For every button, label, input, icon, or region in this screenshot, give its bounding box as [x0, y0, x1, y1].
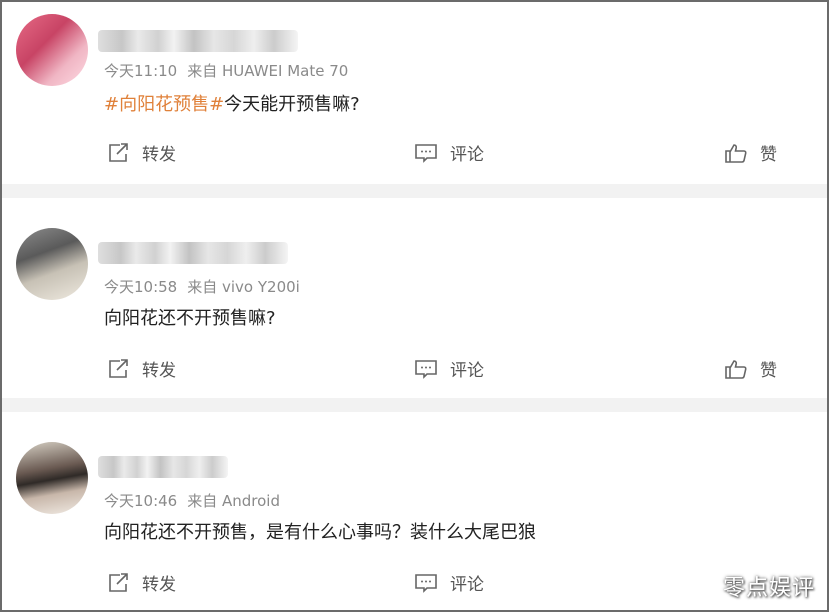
post-text: 向阳花还不开预售，是有什么心事吗？装什么大尾巴狼 [104, 518, 536, 544]
repost-label: 转发 [142, 145, 176, 165]
post-text: #向阳花预售#今天能开预售嘛? [104, 90, 360, 116]
like-button[interactable]: 赞 [724, 356, 777, 381]
feed-frame: 今天11:10 来自 HUAWEI Mate 70 #向阳花预售#今天能开预售嘛?… [0, 0, 829, 612]
post-1: 今天11:10 来自 HUAWEI Mate 70 #向阳花预售#今天能开预售嘛?… [2, 2, 827, 184]
repost-label: 转发 [142, 361, 176, 381]
comment-button[interactable]: 评论 [414, 356, 484, 381]
comment-button[interactable]: 评论 [414, 570, 484, 595]
avatar[interactable] [16, 228, 88, 300]
action-bar: 转发 评论 赞 [2, 140, 827, 170]
post-3: 今天10:46 来自 Android 向阳花还不开预售，是有什么心事吗？装什么大尾… [2, 412, 827, 610]
like-label: 赞 [760, 145, 777, 165]
like-button[interactable]: 赞 [724, 140, 777, 165]
action-bar: 转发 评论 [2, 570, 827, 600]
comment-label: 评论 [450, 361, 484, 381]
topic-link[interactable]: #向阳花预售# [104, 94, 224, 115]
comment-button[interactable]: 评论 [414, 140, 484, 165]
repost-button[interactable]: 转发 [106, 140, 176, 165]
comment-icon [415, 573, 437, 593]
comment-icon [415, 143, 437, 163]
share-icon [109, 572, 128, 592]
post-meta: 今天11:10 来自 HUAWEI Mate 70 [104, 60, 348, 81]
username-blurred[interactable] [98, 242, 288, 264]
separator [2, 398, 827, 412]
comment-label: 评论 [450, 145, 484, 165]
post-time: 今天11:10 [104, 62, 178, 80]
repost-button[interactable]: 转发 [106, 356, 176, 381]
separator [2, 184, 827, 198]
post-source: 来自 Android [187, 492, 280, 510]
share-icon [109, 358, 128, 378]
username-blurred[interactable] [98, 456, 228, 478]
avatar[interactable] [16, 14, 88, 86]
comment-label: 评论 [450, 575, 484, 595]
post-body: 今天能开预售嘛? [224, 94, 360, 115]
share-icon [109, 142, 128, 162]
thumbs-up-icon [725, 359, 747, 379]
repost-button[interactable]: 转发 [106, 570, 176, 595]
username-blurred[interactable] [98, 30, 298, 52]
watermark: 零点娱评 [722, 576, 815, 601]
comment-icon [415, 359, 437, 379]
avatar[interactable] [16, 442, 88, 514]
post-2: 今天10:58 来自 vivo Y200i 向阳花还不开预售嘛? 转发 评论 赞 [2, 198, 827, 398]
repost-label: 转发 [142, 575, 176, 595]
post-body: 向阳花还不开预售，是有什么心事吗？装什么大尾巴狼 [104, 522, 536, 543]
post-meta: 今天10:58 来自 vivo Y200i [104, 276, 300, 297]
post-body: 向阳花还不开预售嘛? [104, 308, 276, 329]
like-label: 赞 [760, 361, 777, 381]
post-source: 来自 vivo Y200i [187, 278, 300, 296]
thumbs-up-icon [725, 143, 747, 163]
post-text: 向阳花还不开预售嘛? [104, 304, 276, 330]
post-time: 今天10:58 [104, 278, 178, 296]
post-time: 今天10:46 [104, 492, 178, 510]
post-source: 来自 HUAWEI Mate 70 [187, 62, 349, 80]
action-bar: 转发 评论 赞 [2, 356, 827, 386]
post-meta: 今天10:46 来自 Android [104, 490, 280, 511]
